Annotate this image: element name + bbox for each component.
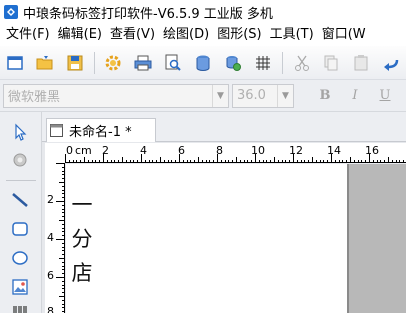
grid-button[interactable] bbox=[251, 51, 275, 75]
print-preview-button[interactable] bbox=[161, 51, 185, 75]
canvas-text-object[interactable]: 一 分 店 bbox=[70, 188, 94, 290]
open-folder-icon bbox=[36, 55, 53, 69]
image-tool[interactable] bbox=[8, 275, 32, 299]
ruler-v-label: 4 bbox=[47, 231, 54, 244]
scissors-icon bbox=[294, 55, 309, 71]
ellipse-icon bbox=[12, 251, 28, 265]
rotate-tool[interactable] bbox=[8, 148, 32, 172]
ruler-v-label: 6 bbox=[47, 269, 54, 282]
chevron-down-icon[interactable]: ▼ bbox=[212, 84, 228, 107]
rectangle-tool[interactable] bbox=[8, 217, 32, 241]
barcode-tool[interactable] bbox=[8, 301, 32, 313]
rounded-rectangle-icon bbox=[12, 222, 28, 236]
italic-button[interactable]: I bbox=[344, 85, 366, 107]
ruler-corner bbox=[45, 143, 65, 163]
ruler-h-label: 2 bbox=[102, 144, 109, 157]
ruler-h-label: 6 bbox=[178, 144, 185, 157]
horizontal-ruler: cm 0 2 4 6 8 10 12 14 16 bbox=[65, 143, 406, 163]
ruler-h-label: 14 bbox=[327, 144, 341, 157]
save-icon bbox=[67, 55, 83, 70]
menu-tools[interactable]: 工具(T) bbox=[266, 24, 318, 46]
chevron-down-icon[interactable]: ▼ bbox=[277, 84, 293, 107]
document-icon bbox=[50, 124, 63, 137]
ruler-h-label: 8 bbox=[216, 144, 223, 157]
app-logo-icon bbox=[4, 5, 18, 19]
menu-bar: 文件(F) 编辑(E) 查看(V) 绘图(D) 图形(S) 工具(T) 窗口(W bbox=[0, 24, 406, 46]
save-button[interactable] bbox=[63, 51, 87, 75]
database-gear-icon bbox=[226, 55, 241, 71]
paste-icon bbox=[354, 54, 368, 70]
gear-icon bbox=[105, 55, 121, 70]
underline-button[interactable]: U bbox=[374, 85, 396, 107]
ruler-h-label: 0 bbox=[66, 144, 73, 157]
page-outside-area bbox=[349, 164, 406, 313]
ruler-unit-label: cm bbox=[75, 144, 92, 157]
undo-icon bbox=[384, 59, 399, 71]
copy-button[interactable] bbox=[319, 51, 343, 75]
copy-icon bbox=[324, 55, 338, 70]
font-size-select[interactable]: 36.0 ▼ bbox=[232, 83, 294, 108]
barcode-icon bbox=[13, 306, 27, 313]
line-tool[interactable] bbox=[8, 188, 32, 212]
new-document-icon bbox=[7, 55, 23, 70]
paste-button[interactable] bbox=[349, 51, 373, 75]
horizontal-ruler-ticks bbox=[65, 154, 404, 162]
print-preview-icon bbox=[165, 54, 181, 71]
menu-edit[interactable]: 编辑(E) bbox=[54, 24, 106, 46]
ellipse-tool[interactable] bbox=[8, 246, 32, 270]
toolbar-separator bbox=[93, 51, 95, 74]
canvas-text-char: 分 bbox=[71, 227, 93, 251]
bold-button[interactable]: B bbox=[314, 85, 336, 107]
grid-icon bbox=[255, 55, 270, 70]
font-family-select[interactable]: 微软雅黑 ▼ bbox=[3, 83, 229, 108]
font-size-value: 36.0 bbox=[237, 88, 266, 103]
window-title: 中琅条码标签打印软件-V6.5.9 工业版 多机 bbox=[23, 6, 273, 22]
ruler-h-label: 16 bbox=[365, 144, 379, 157]
document-tab-title: 未命名-1 * bbox=[69, 125, 132, 140]
tab-document[interactable]: 未命名-1 * bbox=[46, 118, 156, 142]
document-area: 未命名-1 * cm 0 2 4 6 8 10 12 14 16 2 4 6 8… bbox=[42, 112, 406, 313]
image-icon bbox=[12, 279, 28, 295]
cut-button[interactable] bbox=[290, 51, 314, 75]
open-button[interactable] bbox=[33, 51, 57, 75]
line-icon bbox=[12, 193, 28, 207]
title-bar: 中琅条码标签打印软件-V6.5.9 工业版 多机 bbox=[0, 0, 406, 24]
print-button[interactable] bbox=[131, 51, 155, 75]
document-tab-strip: 未命名-1 * bbox=[42, 112, 406, 142]
toolbar-separator bbox=[281, 51, 283, 74]
label-canvas[interactable]: 一 分 店 bbox=[66, 164, 406, 313]
undo-button[interactable] bbox=[379, 51, 403, 75]
font-family-value: 微软雅黑 bbox=[8, 90, 61, 105]
printer-icon bbox=[134, 55, 152, 70]
font-toolbar: 微软雅黑 ▼ 36.0 ▼ B I U bbox=[0, 80, 406, 112]
database-button[interactable] bbox=[191, 51, 215, 75]
menu-file[interactable]: 文件(F) bbox=[0, 24, 54, 46]
pointer-arrow-icon bbox=[15, 123, 27, 141]
menu-view[interactable]: 查看(V) bbox=[106, 24, 159, 46]
database-settings-button[interactable] bbox=[221, 51, 245, 75]
new-document-button[interactable] bbox=[3, 51, 27, 75]
select-tool[interactable] bbox=[8, 120, 32, 144]
menu-window[interactable]: 窗口(W bbox=[318, 24, 370, 46]
canvas-text-char: 一 bbox=[71, 193, 93, 217]
settings-button[interactable] bbox=[102, 51, 126, 75]
main-toolbar bbox=[0, 46, 406, 80]
database-icon bbox=[196, 55, 210, 71]
rotate-icon bbox=[13, 153, 27, 167]
vertical-ruler: 2 4 6 8 bbox=[45, 163, 65, 313]
ruler-h-label: 4 bbox=[140, 144, 147, 157]
menu-draw[interactable]: 绘图(D) bbox=[159, 24, 213, 46]
ruler-h-label: 10 bbox=[251, 144, 265, 157]
canvas-text-char: 店 bbox=[71, 261, 93, 285]
ruler-v-label: 8 bbox=[47, 305, 54, 313]
tool-separator bbox=[6, 180, 36, 181]
ruler-h-label: 12 bbox=[289, 144, 303, 157]
ruler-v-label: 2 bbox=[47, 193, 54, 206]
menu-shape[interactable]: 图形(S) bbox=[213, 24, 265, 46]
tool-palette bbox=[0, 112, 42, 313]
